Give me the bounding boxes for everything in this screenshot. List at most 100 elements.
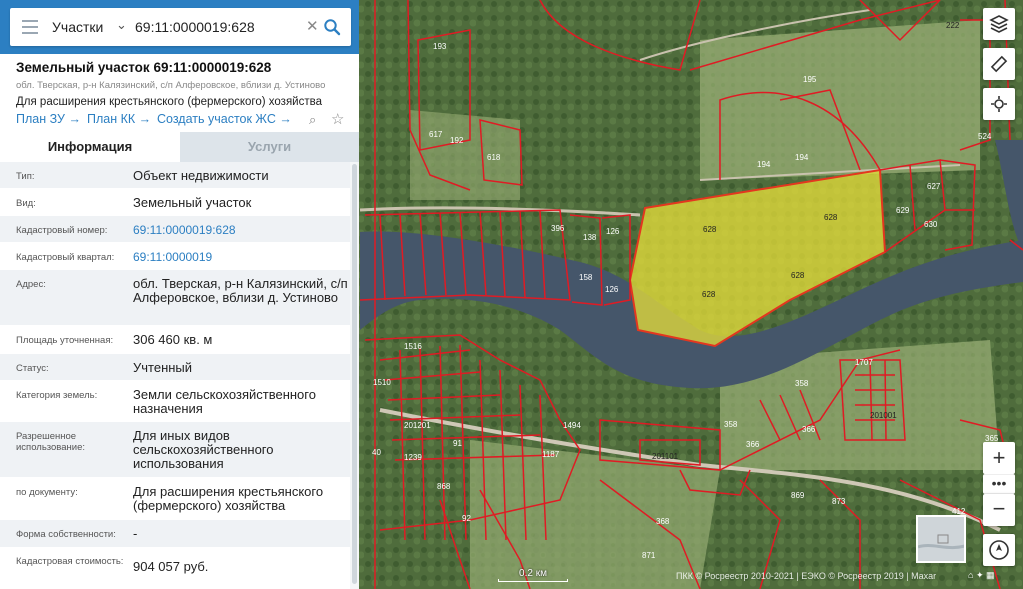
svg-text:628: 628 xyxy=(702,290,716,299)
svg-text:366: 366 xyxy=(746,440,760,449)
scale-label: 0.2 км xyxy=(519,568,547,579)
scrollbar-thumb[interactable] xyxy=(352,164,357,584)
svg-text:91: 91 xyxy=(453,439,462,448)
svg-text:628: 628 xyxy=(791,271,805,280)
plan-zu-link[interactable]: План ЗУ → xyxy=(16,112,81,126)
row-label: Кадастровая стоимость: xyxy=(16,556,124,567)
svg-text:158: 158 xyxy=(579,273,593,282)
table-row-type: Тип: Объект недвижимости xyxy=(0,162,350,189)
row-label: Кадастровый номер: xyxy=(16,225,108,236)
minimap[interactable] xyxy=(916,515,966,563)
row-value: - xyxy=(133,526,138,541)
map-attribution: ПКК © Росреестр 2010-2021 | ЕЭКО © Росре… xyxy=(676,571,937,581)
svg-text:366: 366 xyxy=(802,425,816,434)
grid-icon[interactable]: ▦ xyxy=(986,570,995,580)
scale-bar: 0.2 км xyxy=(498,568,568,582)
home-icon[interactable]: ⌂ xyxy=(968,570,973,580)
svg-text:524: 524 xyxy=(978,132,992,141)
panel-scrollbar[interactable] xyxy=(350,162,359,589)
svg-text:629: 629 xyxy=(896,206,910,215)
search-input[interactable] xyxy=(135,16,303,38)
svg-text:873: 873 xyxy=(832,497,846,506)
ruler-button[interactable] xyxy=(983,48,1015,80)
table-row-by-document: по документу: Для расширения крестьянско… xyxy=(0,478,350,520)
minimap-image xyxy=(918,517,964,561)
table-row-land-category: Категория земель: Земли сельскохозяйстве… xyxy=(0,381,350,422)
svg-text:201001: 201001 xyxy=(870,411,897,420)
table-row-status: Статус: Учтенный xyxy=(0,354,350,381)
compass-button[interactable] xyxy=(983,534,1015,566)
parcel-card-header: Земельный участок 69:11:0000019:628 обл.… xyxy=(0,54,359,132)
svg-text:869: 869 xyxy=(791,491,805,500)
svg-text:368: 368 xyxy=(656,517,670,526)
svg-text:628: 628 xyxy=(824,213,838,222)
svg-text:630: 630 xyxy=(924,220,938,229)
row-value: Объект недвижимости xyxy=(133,168,269,183)
compass-icon xyxy=(989,540,1009,560)
row-label: Адрес: xyxy=(16,279,46,290)
plan-kk-link[interactable]: План КК → xyxy=(87,112,151,126)
scale-line xyxy=(498,579,568,582)
svg-text:126: 126 xyxy=(605,285,619,294)
parcel-address: обл. Тверская, р-н Калязинский, с/п Алфе… xyxy=(16,80,326,91)
svg-text:201101: 201101 xyxy=(652,452,679,461)
hamburger-menu-icon[interactable] xyxy=(22,20,38,34)
locate-button[interactable] xyxy=(983,88,1015,120)
zoom-out-button[interactable]: − xyxy=(983,494,1015,526)
search-type-select[interactable]: Участки xyxy=(52,19,103,35)
row-label: Площадь уточненная: xyxy=(16,335,114,346)
svg-text:1510: 1510 xyxy=(373,378,391,387)
table-row-ownership-form: Форма собственности: - xyxy=(0,520,350,548)
svg-text:617: 617 xyxy=(429,130,443,139)
search-box: Участки ⌄ ✕ xyxy=(10,8,351,46)
svg-text:618: 618 xyxy=(487,153,501,162)
table-row-kind: Вид: Земельный участок xyxy=(0,189,350,216)
chevron-down-icon[interactable]: ⌄ xyxy=(116,17,127,33)
document-search-icon[interactable]: ⌕ xyxy=(309,112,316,128)
table-row-area: Площадь уточненная: 306 460 кв. м xyxy=(0,326,350,354)
svg-text:126: 126 xyxy=(606,227,620,236)
row-value: обл. Тверская, р-н Калязинский, с/п Алфе… xyxy=(133,276,348,305)
svg-text:1707: 1707 xyxy=(855,358,873,367)
svg-text:628: 628 xyxy=(703,225,717,234)
ruler-icon xyxy=(990,55,1008,73)
row-value: Для расширения крестьянского (фермерског… xyxy=(133,484,324,513)
more-options-button[interactable]: ••• xyxy=(983,474,1015,494)
table-row-cadastral-number: Кадастровый номер: 69:11:0000019:628 xyxy=(0,216,350,243)
layers-button[interactable] xyxy=(983,8,1015,40)
row-label: Категория земель: xyxy=(16,390,98,401)
svg-text:1516: 1516 xyxy=(404,342,422,351)
cadastral-number-link[interactable]: 69:11:0000019:628 xyxy=(133,223,348,237)
table-row-cadastral-quarter: Кадастровый квартал: 69:11:0000019 xyxy=(0,243,350,270)
row-value: Учтенный xyxy=(133,360,193,375)
row-label: Кадастровый квартал: xyxy=(16,252,115,263)
row-value: Земельный участок xyxy=(133,195,252,210)
row-label: Тип: xyxy=(16,171,35,182)
info-tabs: Информация Услуги xyxy=(0,132,359,162)
svg-text:138: 138 xyxy=(583,233,597,242)
search-icon[interactable] xyxy=(323,18,341,36)
row-value: 306 460 кв. м xyxy=(133,332,213,347)
tab-services[interactable]: Услуги xyxy=(180,132,359,162)
star-icon[interactable]: ☆ xyxy=(331,110,344,128)
create-zhs-link[interactable]: Создать участок ЖС → xyxy=(157,112,292,126)
crosshair-icon xyxy=(991,96,1007,112)
row-value: Для иных видов сельскохозяйственного исп… xyxy=(133,428,274,471)
row-label: Статус: xyxy=(16,363,49,374)
zoom-in-button[interactable]: + xyxy=(983,442,1015,474)
row-value: 904 057 руб. xyxy=(133,559,209,574)
sparkle-icon[interactable]: ✦ xyxy=(976,570,984,580)
info-panel: Участки ⌄ ✕ ‹ Земельный участок 69:11:00… xyxy=(0,0,359,589)
tab-information[interactable]: Информация xyxy=(0,132,180,162)
row-label: по документу: xyxy=(16,487,78,498)
svg-text:868: 868 xyxy=(437,482,451,491)
clear-icon[interactable]: ✕ xyxy=(306,17,319,35)
parcel-purpose: Для расширения крестьянского (фермерског… xyxy=(16,96,323,108)
svg-text:396: 396 xyxy=(551,224,565,233)
parcel-title: Земельный участок 69:11:0000019:628 xyxy=(16,60,272,75)
cadastral-quarter-link[interactable]: 69:11:0000019 xyxy=(133,250,348,264)
row-label: Разрешенное использование: xyxy=(16,431,86,453)
attribute-table: Тип: Объект недвижимости Вид: Земельный … xyxy=(0,162,350,583)
attribution-icons: ⌂ ✦ ▦ xyxy=(968,570,995,581)
svg-text:222: 222 xyxy=(946,21,960,30)
